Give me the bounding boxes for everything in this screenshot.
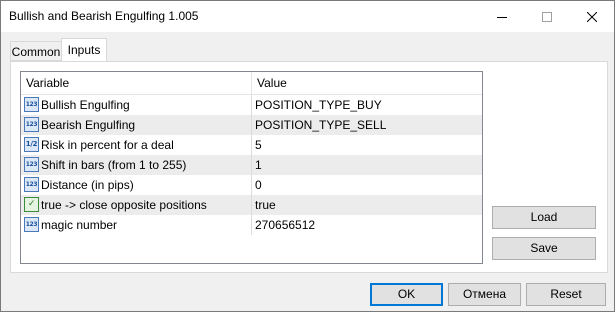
- variable-value[interactable]: 270656512: [255, 215, 315, 235]
- table-row[interactable]: 123 Bullish Engulfing POSITION_TYPE_BUY: [21, 95, 482, 115]
- cell-divider: [251, 135, 252, 155]
- table-row[interactable]: 1/2 Risk in percent for a deal 5: [21, 135, 482, 155]
- column-header-value[interactable]: Value: [252, 72, 287, 94]
- fraction-param-icon: 1/2: [24, 137, 39, 152]
- variable-name: Risk in percent for a deal: [41, 138, 174, 152]
- ok-button[interactable]: OK: [370, 283, 443, 306]
- title-bar: Bullish and Bearish Engulfing 1.005: [1, 1, 614, 32]
- close-icon: [586, 11, 597, 22]
- save-button[interactable]: Save: [492, 237, 596, 260]
- dialog-window: Bullish and Bearish Engulfing 1.005 Comm…: [0, 0, 615, 312]
- variable-name: Bearish Engulfing: [41, 118, 136, 132]
- maximize-icon: [541, 11, 552, 22]
- variable-value[interactable]: 5: [255, 135, 262, 155]
- table-row[interactable]: 123 Distance (in pips) 0: [21, 175, 482, 195]
- integer-param-icon: 123: [24, 117, 39, 132]
- variable-value[interactable]: 1: [255, 155, 262, 175]
- cell-divider: [251, 215, 252, 235]
- window-title: Bullish and Bearish Engulfing 1.005: [9, 9, 199, 23]
- close-button[interactable]: [569, 1, 614, 32]
- table-row[interactable]: 123 Bearish Engulfing POSITION_TYPE_SELL: [21, 115, 482, 135]
- integer-param-icon: 123: [24, 217, 39, 232]
- boolean-param-icon: ✓: [24, 197, 39, 212]
- cell-divider: [251, 195, 252, 215]
- inputs-table: Variable Value 123 Bullish Engulfing POS…: [20, 71, 483, 264]
- variable-name: magic number: [41, 218, 118, 232]
- cell-divider: [251, 115, 252, 135]
- integer-param-icon: 123: [24, 157, 39, 172]
- variable-value[interactable]: 0: [255, 175, 262, 195]
- variable-name: Shift in bars (from 1 to 255): [41, 158, 187, 172]
- table-row[interactable]: 123 Shift in bars (from 1 to 255) 1: [21, 155, 482, 175]
- variable-value[interactable]: true: [255, 195, 276, 215]
- cell-divider: [251, 155, 252, 175]
- variable-value[interactable]: POSITION_TYPE_BUY: [255, 95, 382, 115]
- tab-inputs[interactable]: Inputs: [61, 38, 107, 61]
- variable-name: true -> close opposite positions: [41, 198, 207, 212]
- minimize-button[interactable]: [479, 1, 524, 32]
- cell-divider: [251, 95, 252, 115]
- table-header: Variable Value: [21, 72, 482, 95]
- minimize-icon: [496, 16, 507, 18]
- cell-divider: [251, 175, 252, 195]
- tab-common[interactable]: Common: [10, 41, 62, 61]
- maximize-button[interactable]: [524, 1, 569, 32]
- table-row[interactable]: 123 magic number 270656512: [21, 215, 482, 235]
- integer-param-icon: 123: [24, 177, 39, 192]
- variable-value[interactable]: POSITION_TYPE_SELL: [255, 115, 386, 135]
- column-header-variable[interactable]: Variable: [21, 72, 69, 94]
- table-row[interactable]: ✓ true -> close opposite positions true: [21, 195, 482, 215]
- cancel-button[interactable]: Отмена: [448, 283, 521, 306]
- variable-name: Bullish Engulfing: [41, 98, 130, 112]
- load-button[interactable]: Load: [492, 206, 596, 229]
- reset-button[interactable]: Reset: [526, 283, 606, 306]
- integer-param-icon: 123: [24, 97, 39, 112]
- variable-name: Distance (in pips): [41, 178, 134, 192]
